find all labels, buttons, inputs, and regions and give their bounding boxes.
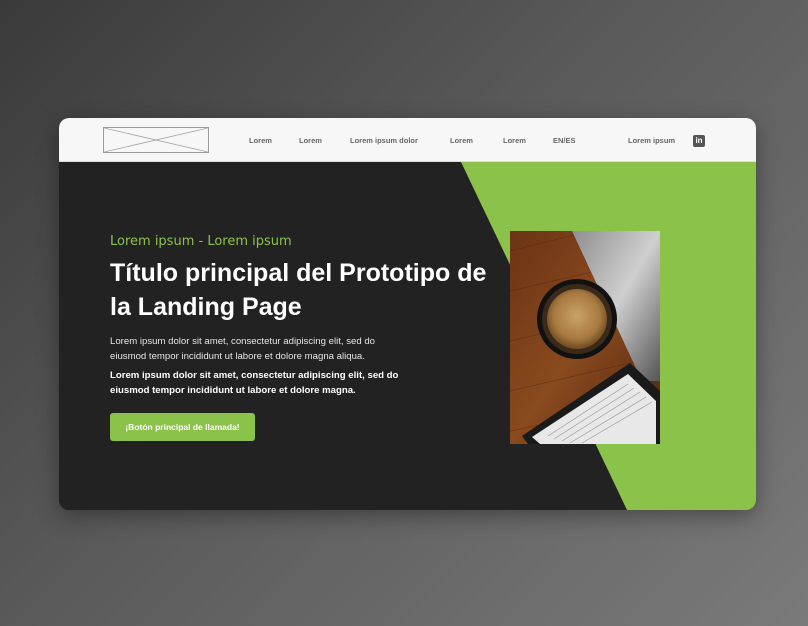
landing-page-card: Lorem Lorem Lorem ipsum dolor Lorem Lore… xyxy=(59,118,756,510)
nav-link-5[interactable]: Lorem xyxy=(503,136,526,145)
top-navbar: Lorem Lorem Lorem ipsum dolor Lorem Lore… xyxy=(59,118,756,162)
hero-section: Lorem ipsum - Lorem ipsum Título princip… xyxy=(59,162,756,510)
hero-eyebrow: Lorem ipsum - Lorem ipsum xyxy=(110,234,292,249)
logo-placeholder-icon xyxy=(104,128,208,152)
cta-button[interactable]: ¡Botón principal de llamada! xyxy=(110,413,255,441)
nav-link-4[interactable]: Lorem xyxy=(450,136,473,145)
hero-paragraph-bold: Lorem ipsum dolor sit amet, consectetur … xyxy=(110,370,399,396)
coffee-cup-and-ereader-photo xyxy=(510,231,660,444)
nav-link-2[interactable]: Lorem xyxy=(299,136,322,145)
nav-link-right[interactable]: Lorem ipsum xyxy=(628,136,675,145)
nav-link-1[interactable]: Lorem xyxy=(249,136,272,145)
logo-placeholder[interactable] xyxy=(103,127,209,153)
linkedin-icon[interactable]: in xyxy=(693,135,705,147)
hero-paragraph: Lorem ipsum dolor sit amet, consectetur … xyxy=(110,336,376,362)
language-switch[interactable]: EN/ES xyxy=(553,136,576,145)
hero-image xyxy=(510,231,660,444)
nav-link-3[interactable]: Lorem ipsum dolor xyxy=(350,136,418,145)
hero-title: Título principal del Prototipo de la Lan… xyxy=(110,259,487,321)
